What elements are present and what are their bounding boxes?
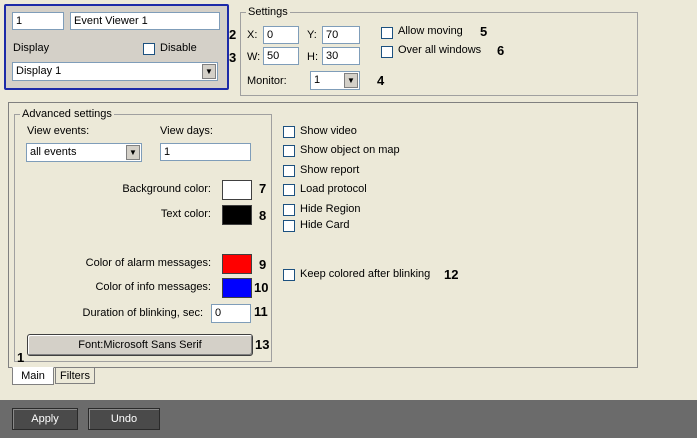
monitor-select-value: 1: [314, 74, 321, 86]
undo-button[interactable]: Undo: [88, 408, 160, 430]
w-label: W:: [247, 51, 261, 63]
blink-duration-field[interactable]: 0: [211, 304, 251, 323]
info-color-swatch[interactable]: [222, 278, 252, 298]
callout-7: 7: [259, 181, 267, 196]
load-protocol-checkbox[interactable]: [283, 184, 295, 196]
callout-8: 8: [259, 208, 267, 223]
show-map-checkbox[interactable]: [283, 145, 295, 157]
font-button[interactable]: Font:Microsoft Sans Serif: [27, 334, 253, 356]
callout-6: 6: [497, 43, 505, 58]
callout-11: 11: [254, 304, 268, 319]
hide-region-label: Hide Region: [300, 203, 361, 215]
callout-12: 12: [444, 267, 459, 282]
over-all-windows-label: Over all windows: [398, 44, 482, 56]
callout-2: 2: [229, 27, 237, 42]
advanced-settings-legend: Advanced settings: [20, 108, 114, 120]
display-label: Display: [13, 42, 50, 54]
apply-button[interactable]: Apply: [12, 408, 78, 430]
text-color-label: Text color:: [160, 208, 211, 220]
object-id-field[interactable]: 1: [12, 12, 64, 30]
hide-region-checkbox[interactable]: [283, 204, 295, 216]
over-all-windows-checkbox[interactable]: [381, 46, 393, 58]
show-video-label: Show video: [300, 125, 357, 137]
chevron-down-icon[interactable]: ▼: [126, 145, 140, 160]
show-report-checkbox[interactable]: [283, 165, 295, 177]
allow-moving-checkbox[interactable]: [381, 27, 393, 39]
callout-5: 5: [480, 24, 488, 39]
hide-card-label: Hide Card: [300, 219, 350, 231]
callout-4: 4: [377, 73, 385, 88]
callout-10: 10: [254, 280, 269, 295]
view-events-label: View events:: [27, 125, 90, 137]
h-field[interactable]: 30: [322, 47, 360, 65]
show-report-label: Show report: [300, 164, 360, 176]
object-name-field[interactable]: Event Viewer 1: [70, 12, 220, 30]
info-color-label: Color of info messages:: [95, 281, 211, 293]
y-label: Y:: [307, 29, 317, 41]
disable-label: Disable: [160, 42, 197, 54]
display-select[interactable]: Display 1 ▼: [12, 62, 218, 81]
w-field[interactable]: 50: [263, 47, 299, 65]
hide-card-checkbox[interactable]: [283, 220, 295, 232]
callout-13: 13: [255, 337, 270, 352]
x-label: X:: [247, 29, 258, 41]
chevron-down-icon[interactable]: ▼: [344, 73, 358, 88]
chevron-down-icon[interactable]: ▼: [202, 64, 216, 79]
callout-1: 1: [17, 350, 25, 365]
alarm-color-swatch[interactable]: [222, 254, 252, 274]
load-protocol-label: Load protocol: [300, 183, 367, 195]
settings-legend: Settings: [246, 6, 290, 18]
monitor-label: Monitor:: [247, 75, 287, 87]
alarm-color-label: Color of alarm messages:: [85, 257, 211, 269]
tab-filters[interactable]: Filters: [55, 368, 95, 384]
monitor-select[interactable]: 1 ▼: [310, 71, 360, 90]
callout-3: 3: [229, 50, 237, 65]
view-events-select-value: all events: [30, 146, 77, 158]
allow-moving-label: Allow moving: [398, 25, 463, 37]
disable-checkbox[interactable]: [143, 43, 155, 55]
background-color-swatch[interactable]: [222, 180, 252, 200]
tab-main[interactable]: Main: [12, 367, 54, 385]
view-days-field[interactable]: 1: [160, 143, 251, 161]
show-map-label: Show object on map: [300, 144, 400, 156]
y-field[interactable]: 70: [322, 26, 360, 44]
display-select-value: Display 1: [16, 65, 62, 77]
keep-colored-label: Keep colored after blinking: [300, 268, 431, 280]
text-color-swatch[interactable]: [222, 205, 252, 225]
keep-colored-checkbox[interactable]: [283, 269, 295, 281]
show-video-checkbox[interactable]: [283, 126, 295, 138]
callout-9: 9: [259, 257, 267, 272]
x-field[interactable]: 0: [263, 26, 299, 44]
view-days-label: View days:: [160, 125, 213, 137]
h-label: H:: [307, 51, 318, 63]
background-color-label: Background color:: [122, 183, 211, 195]
blink-duration-label: Duration of blinking, sec:: [82, 307, 203, 319]
view-events-select[interactable]: all events ▼: [26, 143, 142, 162]
